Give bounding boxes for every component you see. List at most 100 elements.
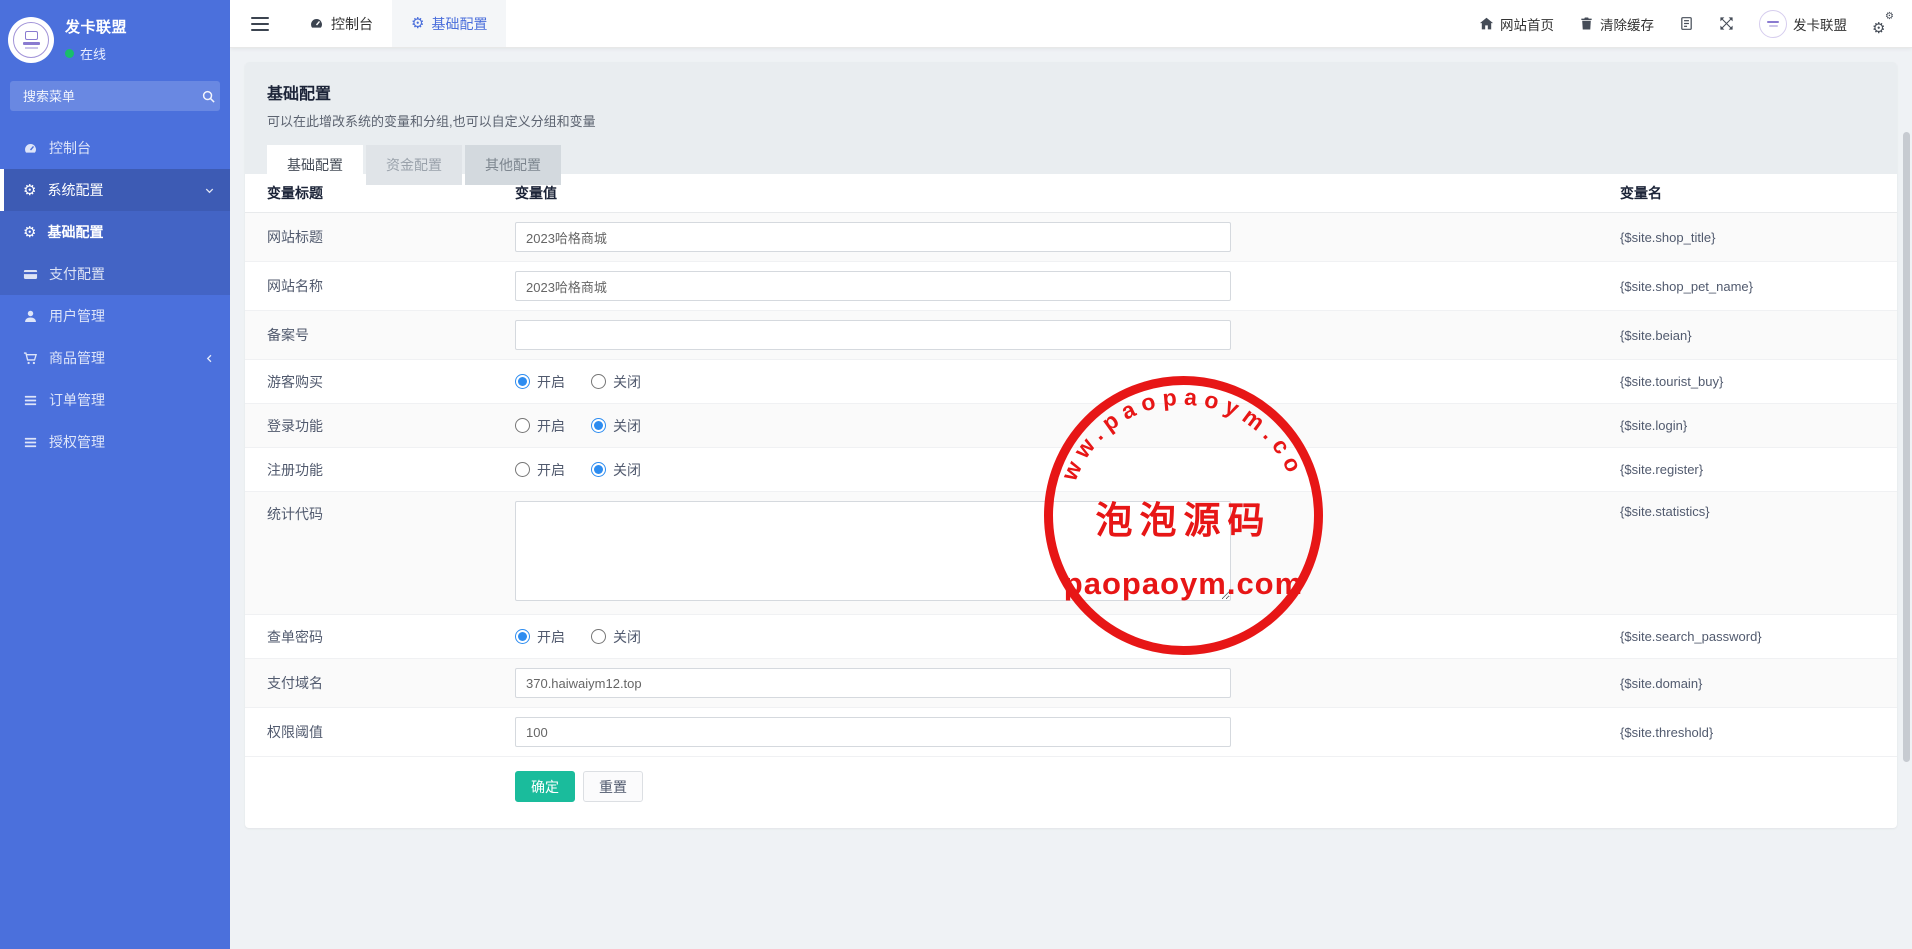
- online-dot-icon: [65, 49, 74, 58]
- sidebar-item-order-management[interactable]: 订单管理: [0, 379, 230, 421]
- variable-name: {$site.domain}: [1620, 675, 1703, 691]
- register-radio-option[interactable]: 关闭: [591, 460, 641, 480]
- sidebar-item-label: 基础配置: [47, 224, 104, 240]
- column-header-var-title: 变量标题: [267, 185, 323, 201]
- shop_pet_name-input[interactable]: [515, 271, 1231, 301]
- beian-input[interactable]: [515, 320, 1231, 350]
- row-label: 权限阈值: [267, 724, 323, 740]
- column-header-var-value: 变量值: [515, 185, 557, 201]
- tab-other-config[interactable]: 其他配置: [465, 145, 561, 185]
- variable-name: {$site.register}: [1620, 462, 1704, 477]
- config-row-beian: 备案号 {$site.beian}: [245, 311, 1897, 360]
- radio-label: 关闭: [613, 461, 641, 478]
- config-row-tourist_buy: 游客购买 开启 关闭 {$site.tourist_buy}: [245, 360, 1897, 404]
- search_password-radio-option[interactable]: 开启: [515, 627, 565, 647]
- online-status-label: 在线: [80, 47, 107, 62]
- radio-icon[interactable]: [515, 374, 530, 389]
- user-icon: [25, 310, 36, 322]
- user-menu[interactable]: 发卡联盟: [1759, 9, 1847, 38]
- sidebar-item-label: 用户管理: [49, 308, 105, 324]
- tourist_buy-radio-option[interactable]: 关闭: [591, 372, 641, 392]
- expand-icon: [1720, 17, 1733, 30]
- radio-label: 开启: [537, 461, 565, 478]
- sidebar-item-payment-config[interactable]: 支付配置: [0, 253, 230, 295]
- config-row-domain: 支付域名 {$site.domain}: [245, 659, 1897, 708]
- column-header-var-name: 变量名: [1620, 185, 1662, 201]
- settings-cogs-icon[interactable]: ⚙ ⚙: [1872, 11, 1894, 35]
- submit-button[interactable]: 确定: [515, 771, 575, 802]
- sidebar-menu: 控制台 ⚙ 系统配置 ⚙ 基础配置 支付配置 用户管理 商品管理 订单管理 授权…: [0, 127, 230, 463]
- login-radio-option[interactable]: 关闭: [591, 416, 641, 436]
- variable-name: {$site.shop_pet_name}: [1620, 278, 1753, 294]
- row-label: 统计代码: [267, 506, 323, 522]
- radio-icon[interactable]: [515, 462, 530, 477]
- brand-title: 发卡联盟: [65, 19, 128, 36]
- vertical-scrollbar[interactable]: [1903, 132, 1910, 762]
- user-name: 发卡联盟: [1793, 17, 1847, 33]
- config-row-shop_title: 网站标题 {$site.shop_title}: [245, 213, 1897, 262]
- reset-button[interactable]: 重置: [583, 771, 643, 802]
- sidebar-item-system-config[interactable]: ⚙ 系统配置: [0, 169, 230, 211]
- threshold-input[interactable]: [515, 717, 1231, 747]
- site-home-label: 网站首页: [1500, 17, 1554, 33]
- shop_title-input[interactable]: [515, 222, 1231, 252]
- radio-icon[interactable]: [591, 374, 606, 389]
- chevron-left-icon: [206, 354, 212, 362]
- card-header: 基础配置 可以在此增改系统的变量和分组,也可以自定义分组和变量 基础配置 资金配…: [245, 62, 1897, 185]
- fullscreen-button[interactable]: [1719, 16, 1734, 31]
- sidebar-item-product-management[interactable]: 商品管理: [0, 337, 230, 379]
- search_password-radio-option[interactable]: 关闭: [591, 627, 641, 647]
- sidebar-item-label: 系统配置: [47, 182, 104, 198]
- docs-icon: [1681, 17, 1692, 30]
- radio-icon[interactable]: [591, 462, 606, 477]
- sidebar-item-basic-config[interactable]: ⚙ 基础配置: [0, 211, 230, 253]
- radio-label: 关闭: [613, 373, 641, 390]
- config-rows: 网站标题 {$site.shop_title} 网站名称 {$site.shop_pe…: [245, 213, 1897, 757]
- list-icon: [24, 395, 37, 405]
- gear-icon: ⚙: [23, 180, 37, 199]
- config-row-shop_pet_name: 网站名称 {$site.shop_pet_name}: [245, 262, 1897, 311]
- row-label: 备案号: [267, 327, 309, 343]
- brand-avatar: [8, 16, 54, 63]
- domain-input[interactable]: [515, 668, 1231, 698]
- menu-toggle-icon[interactable]: [230, 0, 290, 47]
- sidebar-item-label: 商品管理: [49, 350, 105, 366]
- config-row-search_password: 查单密码 开启 关闭 {$site.search_password}: [245, 615, 1897, 659]
- radio-label: 开启: [537, 373, 565, 390]
- tab-label: 基础配置: [431, 15, 488, 32]
- sidebar: 发卡联盟 在线 控制台 ⚙ 系统配置 ⚙ 基础配置 支付配: [0, 0, 230, 949]
- clear-cache-button[interactable]: 清除缓存: [1579, 14, 1654, 34]
- sidebar-item-user-management[interactable]: 用户管理: [0, 295, 230, 337]
- brand: 发卡联盟 在线: [0, 0, 230, 75]
- tab-basic-config[interactable]: 基础配置: [267, 145, 363, 185]
- credit-card-icon: [23, 269, 38, 279]
- page-subtitle: 可以在此增改系统的变量和分组,也可以自定义分组和变量: [267, 114, 596, 129]
- clear-cache-label: 清除缓存: [1600, 17, 1654, 33]
- statistics-textarea[interactable]: [515, 501, 1231, 601]
- radio-icon[interactable]: [515, 418, 530, 433]
- docs-button[interactable]: [1679, 16, 1694, 31]
- tab-basic-config[interactable]: ⚙ 基础配置: [392, 0, 507, 47]
- menu-search: [10, 81, 220, 111]
- sidebar-item-authorization-management[interactable]: 授权管理: [0, 421, 230, 463]
- row-label: 查单密码: [267, 628, 323, 645]
- radio-icon[interactable]: [515, 629, 530, 644]
- tourist_buy-radio-option[interactable]: 开启: [515, 372, 565, 392]
- variable-name: {$site.statistics}: [1620, 504, 1710, 519]
- menu-search-input[interactable]: [21, 87, 201, 105]
- radio-icon[interactable]: [591, 629, 606, 644]
- top-navbar: 控制台 ⚙ 基础配置 网站首页 清除缓存 发卡联盟 ⚙ ⚙: [230, 0, 1912, 48]
- config-row-register: 注册功能 开启 关闭 {$site.register}: [245, 448, 1897, 492]
- search-icon[interactable]: [201, 89, 216, 104]
- sidebar-item-console[interactable]: 控制台: [0, 127, 230, 169]
- login-radio-option[interactable]: 开启: [515, 416, 565, 436]
- system-config-submenu: ⚙ 基础配置 支付配置: [0, 211, 230, 295]
- tab-console[interactable]: 控制台: [290, 0, 392, 47]
- register-radio-option[interactable]: 开启: [515, 460, 565, 480]
- row-label: 游客购买: [267, 373, 323, 390]
- site-home-link[interactable]: 网站首页: [1479, 14, 1554, 34]
- tab-funds-config[interactable]: 资金配置: [366, 145, 462, 185]
- radio-label: 关闭: [613, 417, 641, 434]
- radio-icon[interactable]: [591, 418, 606, 433]
- radio-label: 开启: [537, 628, 565, 645]
